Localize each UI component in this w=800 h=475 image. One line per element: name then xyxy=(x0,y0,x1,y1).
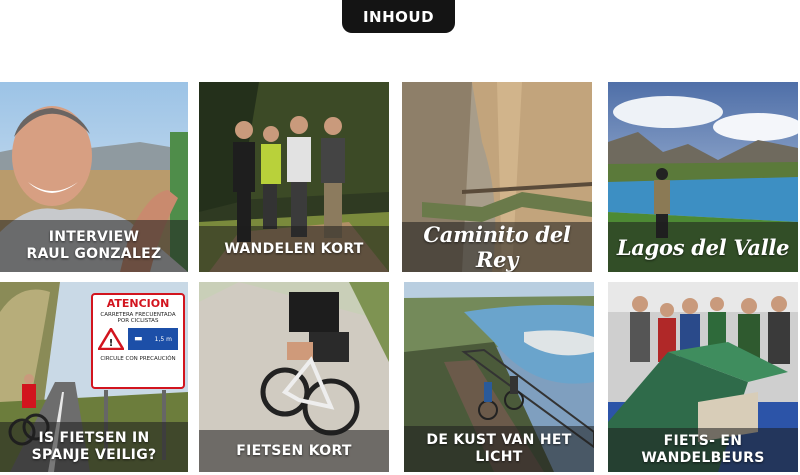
tile-lagos-del-valle[interactable]: Lagos del Valle xyxy=(608,82,798,272)
caption-line-2: SPANJE VEILIG? xyxy=(31,447,157,463)
tile-is-fietsen-in-spanje-veilig[interactable]: ATENCION CARRETERA FRECUENTADA POR CICLI… xyxy=(0,282,188,472)
caption-line-2: RAUL GONZALEZ xyxy=(26,246,162,262)
tile-wandelen-kort[interactable]: WANDELEN KORT xyxy=(199,82,389,272)
tile-caption: WANDELEN KORT xyxy=(199,226,389,272)
tile-interview-raul-gonzalez[interactable]: INTERVIEW RAUL GONZALEZ xyxy=(0,82,188,272)
tile-caption: Caminito del Rey xyxy=(402,222,592,272)
tile-de-kust-van-het-licht[interactable]: DE KUST VAN HET LICHT xyxy=(404,282,594,472)
tile-caminito-del-rey[interactable]: Caminito del Rey xyxy=(402,82,592,272)
tile-caption: INTERVIEW RAUL GONZALEZ xyxy=(0,220,188,272)
tile-caption: Lagos del Valle xyxy=(608,222,798,272)
caption-title: FIETSEN KORT xyxy=(236,442,352,459)
section-tab-inhoud: INHOUD xyxy=(342,0,455,33)
tile-caption: FIETS- EN WANDELBEURS xyxy=(608,428,798,472)
car-icon: ▬ xyxy=(134,334,143,344)
caption-title: Lagos del Valle xyxy=(616,234,790,260)
caption-title: FIETS- EN WANDELBEURS xyxy=(641,433,765,466)
sign-heading: ATENCION xyxy=(106,297,170,310)
caption-line-1: IS FIETSEN IN xyxy=(38,430,150,446)
sign-footer: CIRCULE CON PRECAUCIÓN xyxy=(100,356,176,362)
tile-caption: FIETSEN KORT xyxy=(199,430,389,472)
tile-caption: IS FIETSEN IN SPANJE VEILIG? xyxy=(0,422,188,472)
caption-line-1: INTERVIEW xyxy=(48,229,140,245)
caption-title: DE KUST VAN HET LICHT xyxy=(426,432,572,465)
warning-triangle-icon: ! xyxy=(98,328,124,350)
sign-line-2: POR CICLISTAS xyxy=(117,318,159,324)
tile-fietsen-kort[interactable]: FIETSEN KORT xyxy=(199,282,389,472)
tile-fiets-en-wandelbeurs[interactable]: FIETS- EN WANDELBEURS xyxy=(608,282,798,472)
caption-title: WANDELEN KORT xyxy=(224,240,364,257)
caption-title: Caminito del Rey xyxy=(423,222,571,272)
tile-caption: DE KUST VAN HET LICHT xyxy=(404,426,594,472)
svg-text:!: ! xyxy=(109,338,114,349)
distance-panel: ▬ 1,5 m xyxy=(128,328,178,350)
road-sign: ATENCION CARRETERA FRECUENTADA POR CICLI… xyxy=(91,293,185,389)
sign-distance: 1,5 m xyxy=(154,335,172,343)
